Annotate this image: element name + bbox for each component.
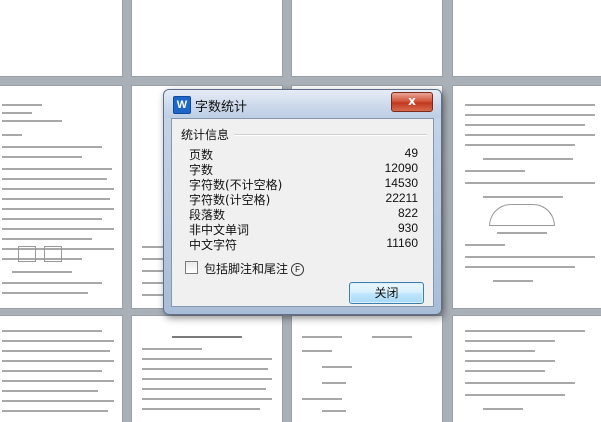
page-thumbnail[interactable]: [453, 86, 601, 308]
stat-row-characters-with-spaces: 字符数(计空格) 22211: [189, 191, 418, 207]
page-thumbnail[interactable]: [292, 0, 442, 76]
stat-row-chinese-characters: 中文字符 11160: [189, 236, 418, 252]
stat-row-pages: 页数 49: [189, 146, 418, 162]
stat-value: 11160: [386, 236, 418, 250]
include-footnotes-label[interactable]: 包括脚注和尾注 F: [204, 260, 305, 277]
stat-row-words: 字数 12090: [189, 161, 418, 177]
page-thumbnail[interactable]: [132, 316, 282, 422]
close-icon[interactable]: x: [391, 92, 433, 112]
page-thumbnail[interactable]: [0, 86, 122, 308]
dialog-title: 字数统计: [195, 100, 248, 115]
page-thumbnail[interactable]: [0, 316, 122, 422]
dialog-content: 统计信息 页数 49 字数 12090 字符数(不计空格) 14530 字符数(…: [171, 118, 434, 307]
page-thumbnail[interactable]: [453, 0, 601, 76]
include-footnotes-text: 包括脚注和尾注: [204, 262, 289, 276]
close-button[interactable]: 关闭: [349, 282, 424, 304]
group-divider: [234, 134, 427, 136]
dialog-titlebar[interactable]: W 字数统计 x: [164, 90, 441, 118]
stat-value: 12090: [384, 161, 418, 175]
stat-value: 22211: [385, 191, 418, 205]
stat-row-characters-no-spaces: 字符数(不计空格) 14530: [189, 176, 418, 192]
page-thumbnail[interactable]: [132, 0, 282, 76]
hotkey-badge: F: [291, 263, 305, 276]
page-thumbnail[interactable]: [453, 316, 601, 422]
statistics-group-label: 统计信息: [181, 128, 230, 142]
word-count-dialog: W 字数统计 x 统计信息 页数 49 字数 12090 字符数(不计空格) 1…: [163, 89, 442, 315]
include-footnotes-checkbox[interactable]: [185, 261, 198, 274]
page-thumbnail[interactable]: [0, 0, 122, 76]
wps-writer-logo-icon: W: [173, 96, 191, 114]
stat-row-non-chinese-words: 非中文单词 930: [189, 221, 418, 237]
stat-value: 14530: [384, 176, 418, 190]
stat-value: 822: [397, 206, 418, 220]
stat-value: 930: [397, 221, 418, 235]
stat-value: 49: [404, 146, 418, 160]
stat-label: 中文字符: [189, 238, 238, 252]
stat-row-paragraphs: 段落数 822: [189, 206, 418, 222]
page-thumbnail[interactable]: [292, 316, 442, 422]
